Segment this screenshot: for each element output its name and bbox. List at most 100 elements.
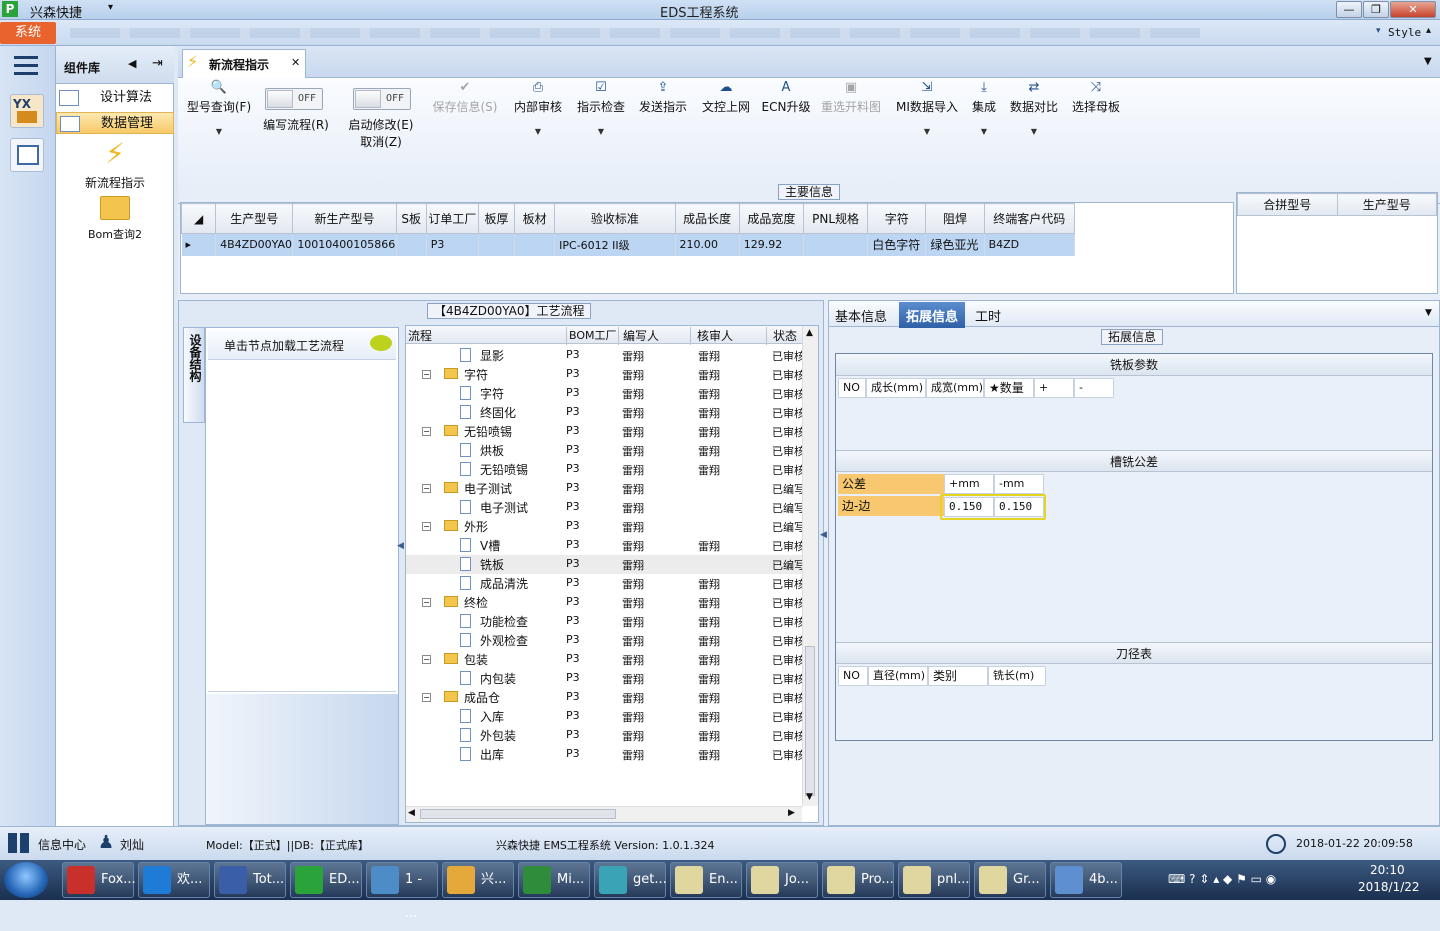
tree-row[interactable]: V槽 P3 雷翔 雷翔 已审核 [406, 536, 816, 555]
tree-row[interactable]: 显影 P3 雷翔 雷翔 已审核 [406, 346, 816, 365]
style-menu[interactable]: Style [1388, 26, 1421, 39]
instruction-check-button[interactable]: ☑ 指示检查 ▼ [573, 80, 629, 136]
tree-row[interactable]: − 包装 P3 雷翔 雷翔 已审核 [406, 650, 816, 669]
column-header[interactable]: 成宽(mm) [926, 378, 984, 398]
info-center-link[interactable]: 信息中心 [38, 836, 86, 853]
column-header[interactable]: 成品宽度 [738, 203, 804, 234]
tree-row[interactable]: 成品清洗 P3 雷翔 雷翔 已审核 [406, 574, 816, 593]
column-header[interactable]: 字符 [867, 203, 927, 234]
taskbar-app[interactable]: En... [670, 862, 742, 898]
pin-icon[interactable]: ⇥ [152, 56, 163, 71]
column-header[interactable]: 成品长度 [674, 203, 740, 234]
calendar-module-icon[interactable] [10, 138, 44, 172]
cell[interactable]: 绿色亚光 [925, 233, 985, 256]
maximize-button[interactable]: ❐ [1363, 1, 1389, 18]
taskbar-time[interactable]: 20:10 [1370, 863, 1405, 877]
device-structure-tab[interactable]: 设备结构 [183, 327, 205, 423]
tree-row[interactable]: 无铅喷锡 P3 雷翔 雷翔 已审核 [406, 460, 816, 479]
column-header[interactable]: ★数量 [984, 378, 1034, 398]
collapse-icon[interactable]: − [422, 598, 431, 607]
nav-item-design-algorithm[interactable]: 设计算法 [56, 87, 174, 109]
horizontal-scrollbar[interactable]: ◀ ▶ [406, 806, 802, 822]
collapse-icon[interactable]: − [422, 484, 431, 493]
cell[interactable] [803, 233, 869, 256]
column-header[interactable]: 类别 [928, 666, 988, 686]
quick-access-dropdown-icon[interactable]: ▾ [108, 2, 113, 13]
column-header[interactable]: 生产型号 [1336, 193, 1437, 216]
column-header[interactable]: 板材 [514, 203, 556, 234]
splitter-arrow-icon[interactable]: ◀ [820, 530, 827, 540]
edit-flow-toggle[interactable]: OFF [265, 88, 323, 110]
tree-row[interactable]: 出库 P3 雷翔 雷翔 已审核 [406, 745, 816, 764]
taskbar-app[interactable]: pnl... [898, 862, 970, 898]
column-header[interactable]: 核审人 [690, 327, 733, 345]
column-header[interactable]: 生产型号 [215, 203, 294, 234]
ecn-upgrade-button[interactable]: A ECN升级 [760, 80, 812, 115]
cell[interactable]: B4ZD [984, 233, 1076, 256]
bom-query-item[interactable]: Bom查询2 [56, 196, 174, 242]
start-modify-button[interactable]: 启动修改(E) [344, 116, 418, 133]
collapse-icon[interactable]: − [422, 522, 431, 531]
tree-row[interactable]: 功能检查 P3 雷翔 雷翔 已审核 [406, 612, 816, 631]
collapse-icon[interactable]: − [422, 655, 431, 664]
close-button[interactable]: ✕ [1390, 1, 1436, 18]
tab-work-hours[interactable]: 工时 [975, 306, 1001, 325]
menu-icon[interactable] [14, 56, 38, 76]
tab-new-flow[interactable]: ⚡ 新流程指示 ✕ [182, 49, 306, 78]
column-header[interactable]: S板 [395, 203, 427, 234]
splitter-arrow-icon[interactable]: ◀ [397, 541, 404, 551]
help-icon[interactable]: ▴ [1426, 25, 1431, 36]
tree-row[interactable]: − 外形 P3 雷翔 已编写 [406, 517, 816, 536]
minimize-button[interactable]: — [1336, 1, 1362, 18]
cell[interactable] [514, 233, 556, 256]
send-instruction-button[interactable]: ⇪ 发送指示 [635, 80, 691, 115]
edit-flow-button[interactable]: 编写流程(R) [260, 116, 332, 133]
start-button[interactable] [4, 862, 48, 898]
column-header[interactable]: 状态 [766, 327, 797, 345]
doc-upload-button[interactable]: ☁ 文控上网 [698, 80, 754, 115]
column-header[interactable]: 编写人 [618, 327, 659, 345]
column-header[interactable]: 成长(mm) [866, 378, 926, 398]
data-compare-button[interactable]: ⇄ 数据对比 ▼ [1006, 80, 1062, 136]
tree-row[interactable]: 铣板 P3 雷翔 已编写 [406, 555, 816, 574]
integrate-button[interactable]: ⤓ 集成 ▼ [966, 80, 1002, 136]
column-header[interactable]: NO [838, 378, 866, 398]
tab-dropdown-icon[interactable]: ▼ [1425, 308, 1432, 318]
taskbar-app[interactable]: Jo... [746, 862, 818, 898]
vertical-scrollbar[interactable]: ▲ ▼ [802, 326, 818, 806]
model-query-button[interactable]: 🔍 型号查询(F) ▼ [184, 80, 254, 136]
column-header[interactable]: 阻焊 [925, 203, 985, 234]
remove-row-button[interactable]: - [1074, 378, 1114, 398]
tree-row[interactable]: 入库 P3 雷翔 雷翔 已审核 [406, 707, 816, 726]
tab-extended-info[interactable]: 拓展信息 [899, 302, 966, 328]
column-header[interactable]: 新生产型号 [292, 203, 397, 234]
taskbar-app[interactable]: 兴... [442, 862, 514, 898]
taskbar-app[interactable]: Gr... [974, 862, 1046, 898]
tray-icons[interactable]: ⌨ ? ⇕ ▴ ◆ ⚑ ▭ ◉ [1168, 872, 1276, 886]
taskbar-app[interactable]: Fox... [62, 862, 136, 898]
column-header[interactable]: 板厚 [477, 203, 516, 234]
column-header[interactable]: 终端客户代码 [983, 203, 1076, 234]
tree-row[interactable]: − 终检 P3 雷翔 雷翔 已审核 [406, 593, 816, 612]
cancel-button[interactable]: 取消(Z) [344, 133, 418, 150]
tree-row[interactable]: − 字符 P3 雷翔 雷翔 已审核 [406, 365, 816, 384]
column-header[interactable]: 订单工厂 [425, 203, 479, 234]
cell[interactable]: 210.00 [675, 233, 740, 256]
tree-row[interactable]: 电子测试 P3 雷翔 已编写 [406, 498, 816, 517]
mi-import-button[interactable]: ⇲ MI数据导入 ▼ [892, 80, 962, 136]
column-header[interactable]: 合拼型号 [1237, 193, 1338, 216]
cell[interactable]: 129.92 [739, 233, 804, 256]
taskbar-app[interactable]: get... [594, 862, 667, 898]
cell[interactable] [396, 233, 427, 256]
reselect-cut-button[interactable]: ▣ 重选开料图 [818, 80, 884, 115]
yx-module-icon[interactable]: YX [10, 94, 44, 128]
tree-row[interactable]: 外观检查 P3 雷翔 雷翔 已审核 [406, 631, 816, 650]
internal-review-button[interactable]: ⎙ 内部审核 ▼ [510, 80, 566, 136]
add-row-button[interactable]: + [1034, 378, 1074, 398]
tree-row[interactable]: 烘板 P3 雷翔 雷翔 已审核 [406, 441, 816, 460]
column-header[interactable]: BOM工厂 [566, 327, 617, 345]
tree-row[interactable]: − 成品仓 P3 雷翔 雷翔 已审核 [406, 688, 816, 707]
cell[interactable] [478, 233, 516, 256]
taskbar-app[interactable]: ED... [290, 862, 362, 898]
column-header[interactable]: PNL规格 [802, 203, 869, 234]
